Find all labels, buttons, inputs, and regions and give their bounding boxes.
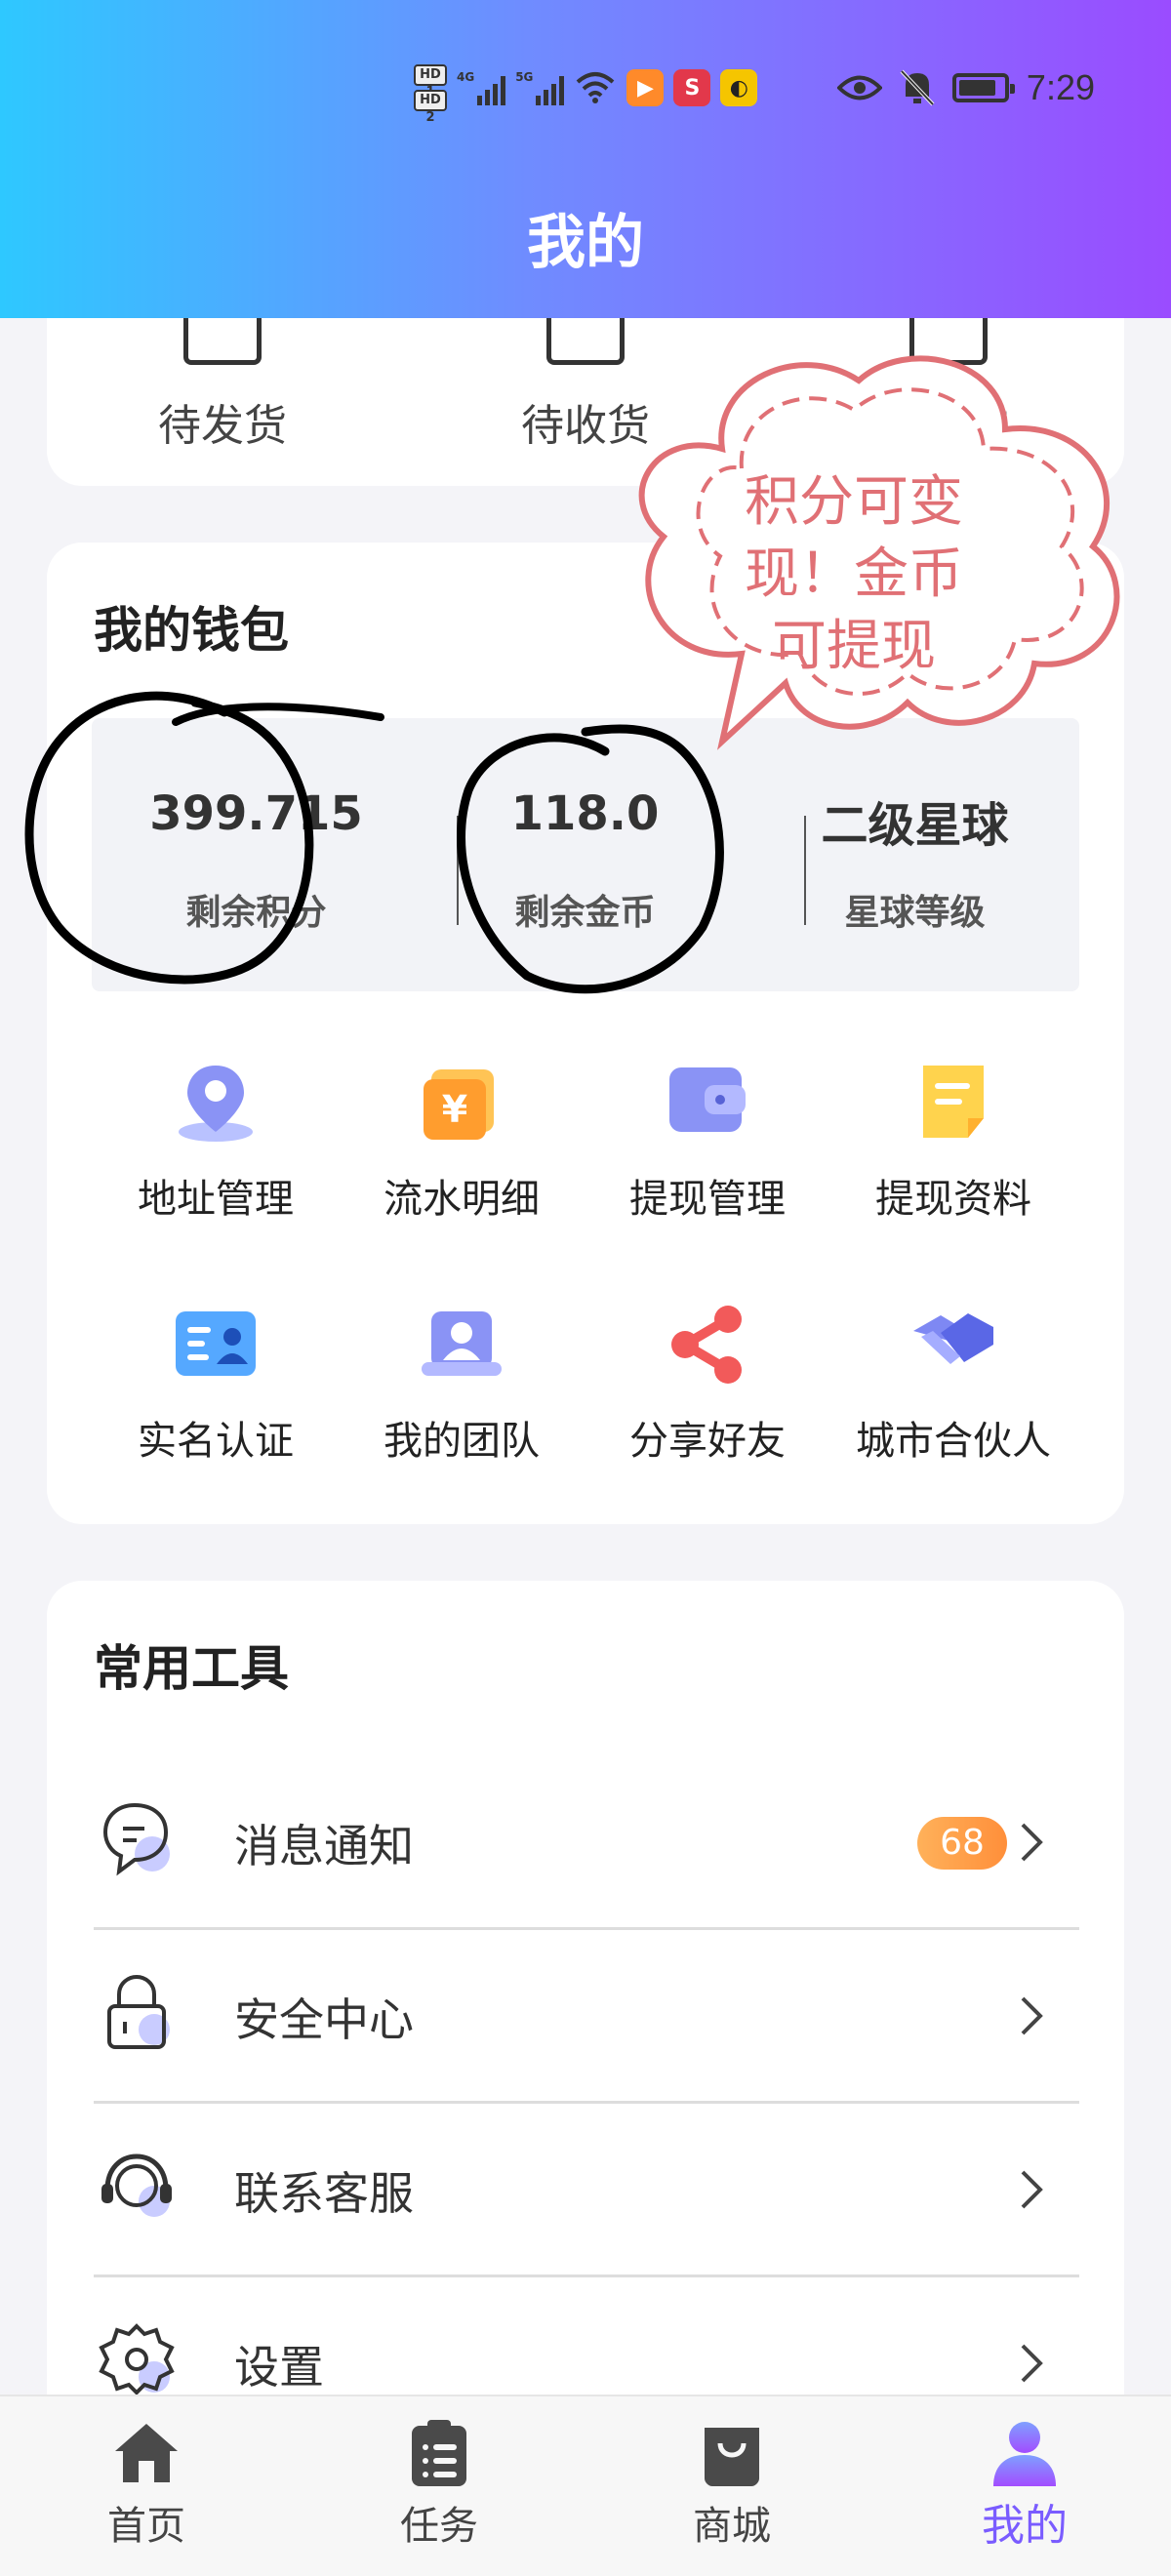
annotation-text: 积分可变 现！金币 可提现 xyxy=(664,466,1044,683)
document-icon xyxy=(923,1066,984,1138)
address-management-label: 地址管理 xyxy=(138,1177,294,1222)
bell-off-icon xyxy=(900,69,935,106)
pending-shipment-icon xyxy=(183,318,262,365)
wallet-icon xyxy=(669,1067,746,1132)
settings-label: 设置 xyxy=(234,2341,324,2394)
hd2-badge: HD 2 xyxy=(414,90,447,125)
annotation-line1: 积分可变 xyxy=(745,470,963,534)
app-header: HD 1 HD 2 4G 5G ▶ S ◐ xyxy=(0,0,1171,318)
messages-row[interactable]: 消息通知 68 xyxy=(94,1756,1079,1930)
city-partner-label: 城市合伙人 xyxy=(856,1419,1051,1464)
sogou-app-icon: S xyxy=(673,69,711,106)
share-icon xyxy=(671,1306,742,1384)
nav-tasks[interactable]: 任务 xyxy=(342,2396,537,2576)
withdrawal-management-label: 提现管理 xyxy=(629,1177,786,1222)
video-app-icon: ▶ xyxy=(626,69,665,106)
customer-service-row[interactable]: 联系客服 xyxy=(94,2104,1079,2277)
eye-icon xyxy=(836,75,882,101)
handshake-icon xyxy=(913,1313,993,1364)
user-icon xyxy=(993,2422,1056,2486)
sim1-tech-label: 4G xyxy=(457,70,475,84)
clock-time: 7:29 xyxy=(1026,67,1095,107)
team-icon xyxy=(422,1311,502,1376)
chevron-right-icon xyxy=(1021,1823,1043,1862)
withdrawal-info-label: 提现资料 xyxy=(875,1177,1031,1222)
annotation-line3: 可提现 xyxy=(772,615,936,678)
points-label: 剩余积分 xyxy=(185,893,327,933)
tools-title: 常用工具 xyxy=(94,1640,289,1697)
nav-tasks-label: 任务 xyxy=(400,2504,478,2549)
security-center-label: 安全中心 xyxy=(234,1993,414,2046)
withdrawal-info[interactable]: 提现资料 xyxy=(831,1060,1075,1255)
home-icon xyxy=(115,2424,178,2482)
order-pending-shipment[interactable]: 待发货 xyxy=(125,390,320,453)
svg-text:¥: ¥ xyxy=(442,1088,467,1131)
hd-indicators: HD 1 HD 2 xyxy=(414,64,447,125)
chevron-right-icon xyxy=(1021,1996,1043,2035)
bottom-nav: 首页 任务 商城 我的 xyxy=(0,2395,1171,2576)
points-stat[interactable]: 399.715 剩余积分 xyxy=(92,718,421,991)
nav-mall[interactable]: 商城 xyxy=(634,2396,829,2576)
gear-icon xyxy=(99,2323,175,2395)
city-partner[interactable]: 城市合伙人 xyxy=(831,1302,1075,1497)
id-card-icon xyxy=(176,1311,256,1376)
my-team-label: 我的团队 xyxy=(384,1419,540,1464)
security-center-row[interactable]: 安全中心 xyxy=(94,1930,1079,2104)
nav-mall-label: 商城 xyxy=(693,2504,771,2549)
location-pin-icon xyxy=(179,1066,253,1142)
wallet-title: 我的钱包 xyxy=(94,602,289,659)
page-title: 我的 xyxy=(527,209,644,277)
status-bar: HD 1 HD 2 4G 5G ▶ S ◐ xyxy=(0,59,1171,125)
nav-mine-label: 我的 xyxy=(982,2501,1068,2551)
sim2-tech-label: 5G xyxy=(515,70,534,84)
nav-mine[interactable]: 我的 xyxy=(927,2396,1122,2576)
real-name-verification[interactable]: 实名认证 xyxy=(94,1302,338,1497)
chevron-right-icon xyxy=(1021,2170,1043,2209)
hd1-badge: HD 1 xyxy=(414,64,447,100)
messages-label: 消息通知 xyxy=(234,1820,414,1872)
yuan-bill-icon: ¥ xyxy=(424,1069,494,1140)
headset-icon xyxy=(101,2153,172,2217)
wifi-icon xyxy=(577,72,615,103)
shopping-bag-icon xyxy=(705,2428,759,2486)
lock-icon xyxy=(107,1974,170,2049)
annotation-line2: 现！金币 xyxy=(745,543,963,606)
transaction-details[interactable]: ¥ 流水明细 xyxy=(340,1060,584,1255)
signal-sim1-icon: 4G xyxy=(457,70,506,105)
task-clipboard-icon xyxy=(412,2420,466,2486)
customer-service-label: 联系客服 xyxy=(234,2167,414,2220)
address-management[interactable]: 地址管理 xyxy=(94,1060,338,1255)
notes-app-icon: ◐ xyxy=(720,69,758,106)
withdrawal-management[interactable]: 提现管理 xyxy=(586,1060,829,1255)
transaction-details-label: 流水明细 xyxy=(384,1177,540,1222)
chevron-right-icon xyxy=(1021,2344,1043,2383)
share-friends-label: 分享好友 xyxy=(629,1419,786,1464)
messages-count-badge: 68 xyxy=(917,1817,1007,1870)
real-name-verification-label: 实名认证 xyxy=(138,1419,294,1464)
coins-label: 剩余金币 xyxy=(514,893,656,933)
nav-home-label: 首页 xyxy=(107,2504,185,2549)
points-value: 399.715 xyxy=(149,786,363,841)
message-icon xyxy=(102,1802,170,1876)
share-friends[interactable]: 分享好友 xyxy=(586,1302,829,1497)
battery-icon xyxy=(951,73,1015,102)
planet-level-label: 星球等级 xyxy=(844,893,986,933)
my-team[interactable]: 我的团队 xyxy=(340,1302,584,1497)
nav-home[interactable]: 首页 xyxy=(49,2396,244,2576)
signal-sim2-icon: 5G xyxy=(515,70,565,105)
